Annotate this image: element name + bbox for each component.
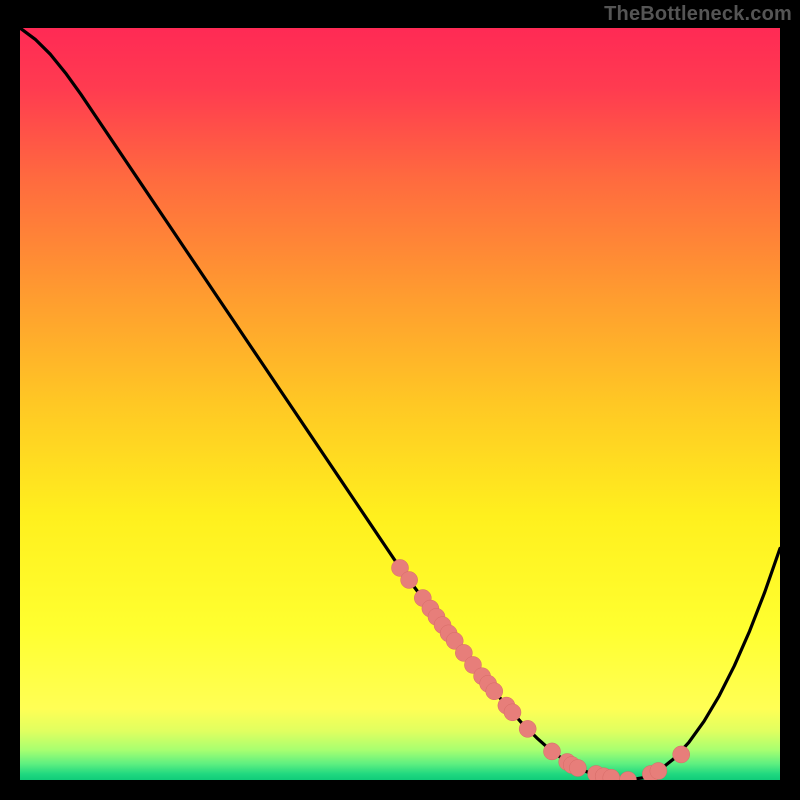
data-point bbox=[486, 683, 503, 700]
bottleneck-chart bbox=[20, 28, 780, 780]
chart-svg bbox=[20, 28, 780, 780]
data-point bbox=[650, 762, 667, 779]
data-point bbox=[519, 720, 536, 737]
data-point bbox=[504, 704, 521, 721]
attribution-text: TheBottleneck.com bbox=[604, 0, 800, 28]
data-point bbox=[544, 743, 561, 760]
data-point bbox=[401, 571, 418, 588]
data-point bbox=[673, 746, 690, 763]
data-point bbox=[569, 759, 586, 776]
